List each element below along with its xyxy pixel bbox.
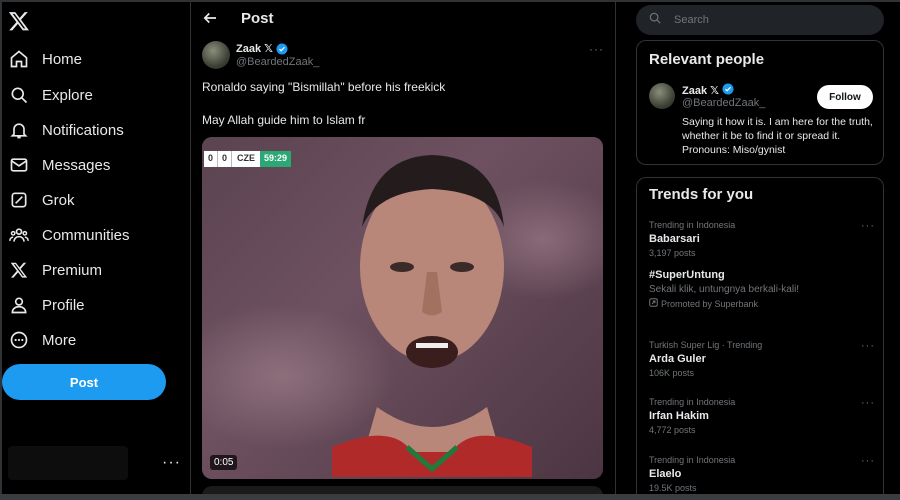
grok-icon (8, 189, 30, 211)
tweet-video[interactable]: 0 0 CZE 59:29 0:05 (202, 137, 603, 479)
trend-count: 106K posts (649, 368, 695, 378)
trend-name: Babarsari (649, 233, 700, 245)
right-sidebar: Search Relevant people Zaak 𝕏 @BeardedZa… (616, 0, 900, 500)
trend-name: Irfan Hakim (649, 410, 709, 422)
person-handle[interactable]: @BeardedZaak_ (682, 97, 765, 109)
nav-label: Profile (42, 296, 85, 314)
nav-label: Notifications (42, 121, 124, 139)
search-icon (8, 84, 30, 106)
nav-label: Premium (42, 261, 103, 279)
nav-explore[interactable]: Explore (8, 80, 93, 110)
search-icon (648, 11, 662, 30)
account-switcher[interactable] (8, 446, 128, 480)
nav-home[interactable]: Home (8, 44, 82, 74)
post-button[interactable]: Post (2, 364, 166, 400)
nav-more[interactable]: More (8, 325, 76, 355)
trend-more-button[interactable]: ··· (861, 397, 875, 409)
nav-premium[interactable]: Premium (8, 255, 102, 285)
trend-more-button[interactable]: ··· (861, 220, 875, 232)
trend-description: Sekali klik, untungnya berkali-kali! (649, 284, 800, 295)
avatar[interactable] (202, 41, 230, 69)
page-title: Post (241, 10, 274, 27)
follow-button[interactable]: Follow (817, 85, 873, 109)
person-name-text: Zaak 𝕏 (682, 85, 719, 97)
tweet-more-button[interactable]: ··· (589, 42, 604, 56)
author-name[interactable]: Zaak 𝕏 (236, 42, 288, 55)
nav-label: More (42, 331, 77, 349)
trend-meta: Trending in Indonesia (649, 455, 736, 465)
trend-name: Elaelo (649, 468, 682, 480)
nav-profile[interactable]: Profile (8, 290, 85, 320)
search-input[interactable]: Search (636, 5, 884, 35)
promoted-text: Promoted by Superbank (661, 298, 759, 309)
trends-panel: Trends for you Trending in Indonesia Bab… (636, 177, 884, 500)
nav-label: Home (42, 50, 83, 68)
trend-name: Arda Guler (649, 353, 706, 365)
trend-more-button[interactable]: ··· (861, 455, 875, 467)
trend-name: #SuperUntung (649, 269, 725, 281)
trend-count: 3,197 posts (649, 248, 696, 258)
trend-count: 19.5K posts (649, 483, 697, 493)
nav-messages[interactable]: Messages (8, 150, 110, 180)
relevant-people-panel: Relevant people Zaak 𝕏 @BeardedZaak_ Fol… (636, 40, 884, 165)
profile-icon (8, 294, 30, 316)
left-sidebar: Home Explore Notifications Messages Grok… (0, 0, 190, 494)
x-logo-icon[interactable] (8, 10, 30, 32)
tweet-text-line: May Allah guide him to Islam fr (202, 113, 366, 127)
promoted-icon (649, 298, 658, 309)
panel-title: Relevant people (649, 51, 765, 68)
nav-label: Grok (42, 191, 75, 209)
trend-promoted: Promoted by Superbank (649, 298, 875, 309)
trend-item[interactable]: Trending in Indonesia Babarsari 3,197 po… (649, 220, 875, 258)
panel-title: Trends for you (649, 186, 754, 203)
communities-icon (8, 224, 30, 246)
avatar[interactable] (649, 83, 675, 109)
trend-item[interactable]: Turkish Super Lig · Trending Arda Guler … (649, 340, 875, 378)
search-placeholder: Search (674, 14, 709, 26)
match-time: 59:29 (260, 151, 292, 167)
main-column: Post Zaak 𝕏 @BeardedZaak_ ··· Ronaldo sa… (191, 0, 615, 500)
trend-more-button[interactable]: ··· (861, 340, 875, 352)
person-name[interactable]: Zaak 𝕏 (682, 83, 734, 98)
player-face-image (332, 155, 532, 477)
trend-meta: Turkish Super Lig · Trending (649, 340, 763, 350)
nav-label: Messages (42, 156, 111, 174)
trend-item[interactable]: Trending in Indonesia Irfan Hakim 4,772 … (649, 397, 875, 435)
nav-grok[interactable]: Grok (8, 185, 75, 215)
nav-label: Explore (42, 86, 93, 104)
nav-communities[interactable]: Communities (8, 220, 130, 250)
person-bio: Saying it how it is. I am here for the t… (682, 116, 873, 156)
trend-item[interactable]: #SuperUntung Sekali klik, untungnya berk… (649, 266, 875, 309)
more-circle-icon (8, 329, 30, 351)
account-more-button[interactable]: ··· (162, 454, 181, 472)
x-icon (8, 259, 30, 281)
scoreboard: 0 0 CZE 59:29 (204, 151, 292, 167)
verified-badge-icon (276, 43, 288, 55)
nav-notifications[interactable]: Notifications (8, 115, 124, 145)
window-bottom-border (0, 494, 900, 500)
back-arrow-icon[interactable] (201, 9, 219, 27)
nav-label: Communities (42, 226, 130, 244)
author-name-text: Zaak 𝕏 (236, 43, 273, 55)
score-team: CZE (232, 151, 261, 167)
video-duration: 0:05 (210, 455, 238, 470)
bell-icon (8, 119, 30, 141)
trend-meta: Trending in Indonesia (649, 220, 736, 230)
trend-count: 4,772 posts (649, 425, 696, 435)
score-away: 0 (218, 151, 233, 167)
mail-icon (8, 154, 30, 176)
home-icon (8, 48, 30, 70)
verified-badge-icon (722, 83, 734, 98)
author-handle[interactable]: @BeardedZaak_ (236, 56, 319, 68)
trend-item[interactable]: Trending in Indonesia Elaelo 19.5K posts… (649, 455, 875, 493)
score-home: 0 (204, 151, 219, 167)
trend-meta: Trending in Indonesia (649, 397, 736, 407)
tweet-text-line: Ronaldo saying "Bismillah" before his fr… (202, 80, 446, 94)
